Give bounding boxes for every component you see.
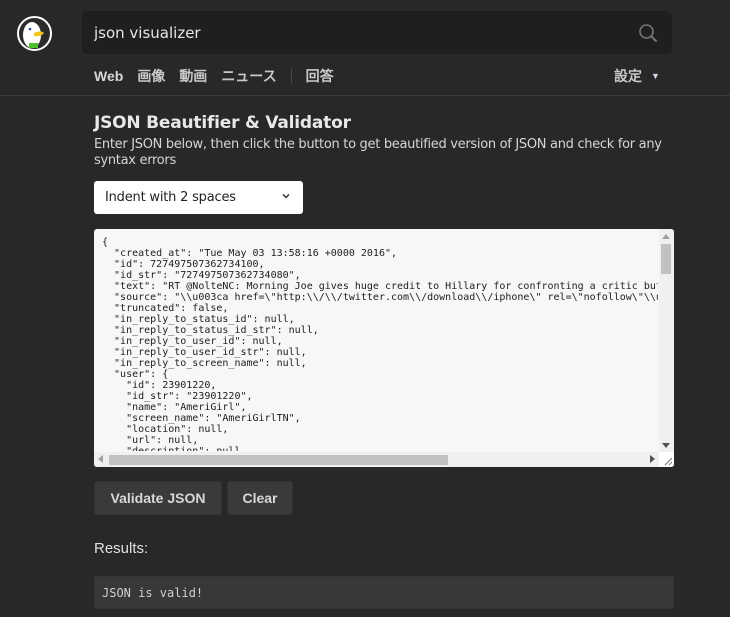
resize-handle-icon[interactable] [659, 452, 674, 467]
scroll-right-icon[interactable] [650, 455, 655, 463]
search-nav: Web 画像 動画 ニュース 回答 [94, 66, 348, 86]
indent-select[interactable]: Indent with 2 spaces [94, 181, 303, 214]
nav-web[interactable]: Web [94, 68, 123, 84]
results-value: JSON is valid! [102, 585, 204, 600]
indent-select-value: Indent with 2 spaces [105, 190, 236, 205]
nav-news[interactable]: ニュース [221, 66, 276, 86]
code-line: "screen_name": "AmeriGirlTN", [102, 413, 301, 424]
tool-description: Enter JSON below, then click the button … [94, 137, 662, 168]
nav-answers[interactable]: 回答 [306, 66, 334, 86]
code-line: "in_reply_to_screen_name": null, [102, 358, 307, 369]
code-line: "truncated": false, [102, 303, 229, 314]
nav-videos[interactable]: 動画 [179, 66, 207, 86]
code-line: "text": "RT @NolteNC: Morning Joe gives … [102, 281, 658, 292]
code-line: "created_at": "Tue May 03 13:58:16 +0000… [102, 248, 398, 259]
code-line: "name": "AmeriGirl", [102, 402, 247, 413]
code-line: "in_reply_to_status_id": null, [102, 314, 295, 325]
caret-down-icon: ▼ [651, 71, 660, 81]
code-line: "user": { [102, 369, 169, 380]
settings-label: 設定 [614, 68, 642, 84]
code-line: "in_reply_to_status_id_str": null, [102, 325, 319, 336]
code-line: "id": 23901220, [102, 380, 217, 391]
chevron-down-icon [282, 193, 290, 199]
search-icon[interactable] [638, 23, 658, 43]
horizontal-scrollbar[interactable] [94, 452, 659, 467]
validate-json-button[interactable]: Validate JSON [94, 481, 222, 515]
code-line: "source": "\\u003ca href=\"http:\\/\\/tw… [102, 292, 658, 303]
search-box [82, 11, 672, 54]
search-input[interactable] [94, 11, 624, 54]
header: Web 画像 動画 ニュース 回答 設定 ▼ [0, 0, 730, 96]
nav-divider [290, 69, 292, 83]
code-line: "id_str": "23901220", [102, 391, 253, 402]
code-line: "description": null, [102, 446, 658, 451]
code-line: "id": 727497507362734100, [102, 259, 265, 270]
clear-button[interactable]: Clear [227, 481, 293, 515]
horizontal-scroll-thumb[interactable] [109, 455, 448, 465]
code-line: "url": null, [102, 435, 199, 446]
code-line: "id_str": "727497507362734080", [102, 270, 301, 281]
scroll-up-icon[interactable] [662, 234, 670, 239]
code-line: "in_reply_to_user_id_str": null, [102, 347, 307, 358]
nav-images[interactable]: 画像 [137, 66, 165, 86]
vertical-scroll-thumb[interactable] [661, 244, 671, 274]
code-line: "location": null, [102, 424, 229, 435]
results-label: Results: [94, 540, 149, 557]
code-line: { [102, 237, 109, 248]
json-textarea[interactable]: { "created_at": "Tue May 03 13:58:16 +00… [94, 229, 674, 467]
results-output: JSON is valid! [94, 576, 674, 609]
vertical-scrollbar[interactable] [659, 229, 674, 452]
tool-title: JSON Beautifier & Validator [94, 113, 351, 133]
duckduckgo-logo-icon[interactable] [17, 16, 52, 51]
code-line: "in_reply_to_user_id": null, [102, 336, 283, 347]
scroll-left-icon[interactable] [98, 455, 103, 463]
json-code[interactable]: { "created_at": "Tue May 03 13:58:16 +00… [102, 237, 658, 451]
settings-menu[interactable]: 設定 ▼ [614, 66, 660, 86]
scroll-down-icon[interactable] [662, 443, 670, 448]
